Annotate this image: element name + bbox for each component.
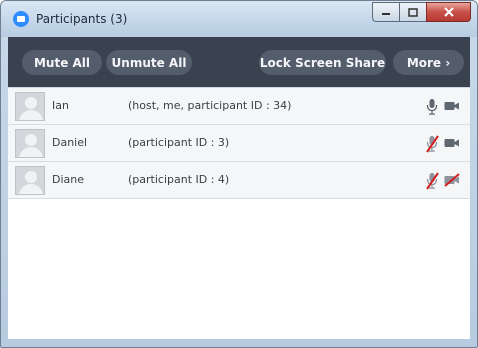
window-controls bbox=[372, 2, 471, 23]
participants-toolbar: Mute All Unmute All Lock Screen Share Mo… bbox=[8, 37, 470, 87]
mic-muted-icon[interactable] bbox=[426, 172, 440, 190]
zoom-app-icon bbox=[13, 11, 29, 27]
lock-screen-share-button[interactable]: Lock Screen Share bbox=[259, 50, 386, 75]
participant-row[interactable]: Daniel (participant ID : 3) bbox=[8, 125, 470, 162]
avatar bbox=[15, 166, 45, 195]
mic-on-icon[interactable] bbox=[426, 98, 438, 116]
participant-info: (participant ID : 3) bbox=[128, 136, 230, 149]
participant-row[interactable]: Ian (host, me, participant ID : 34) bbox=[8, 88, 470, 125]
participant-row[interactable]: Diane (participant ID : 4) bbox=[8, 162, 470, 199]
avatar bbox=[15, 92, 45, 121]
unmute-all-button[interactable]: Unmute All bbox=[106, 50, 192, 75]
maximize-icon bbox=[408, 7, 418, 17]
participant-name: Daniel bbox=[52, 136, 88, 149]
mute-all-button[interactable]: Mute All bbox=[22, 50, 102, 75]
video-on-icon[interactable] bbox=[444, 137, 460, 149]
participant-name: Ian bbox=[52, 99, 69, 112]
more-button[interactable]: More › bbox=[393, 50, 464, 75]
video-off-icon[interactable] bbox=[444, 173, 460, 187]
avatar bbox=[15, 129, 45, 158]
minimize-button[interactable] bbox=[372, 2, 399, 22]
video-on-icon[interactable] bbox=[444, 100, 460, 112]
mic-muted-icon[interactable] bbox=[426, 135, 440, 153]
maximize-button[interactable] bbox=[399, 2, 426, 22]
close-button[interactable] bbox=[426, 2, 471, 22]
participant-info: (participant ID : 4) bbox=[128, 173, 230, 186]
title-bar[interactable]: Participants (3) bbox=[1, 1, 477, 37]
participant-name: Diane bbox=[52, 173, 85, 186]
participant-list: Ian (host, me, participant ID : 34) Dani… bbox=[8, 87, 470, 339]
minimize-icon bbox=[382, 13, 390, 15]
participant-info: (host, me, participant ID : 34) bbox=[128, 99, 292, 112]
participants-window: Participants (3) Mute All Unmute All Loc… bbox=[0, 0, 478, 348]
window-title: Participants (3) bbox=[36, 12, 128, 26]
close-icon bbox=[443, 7, 454, 17]
